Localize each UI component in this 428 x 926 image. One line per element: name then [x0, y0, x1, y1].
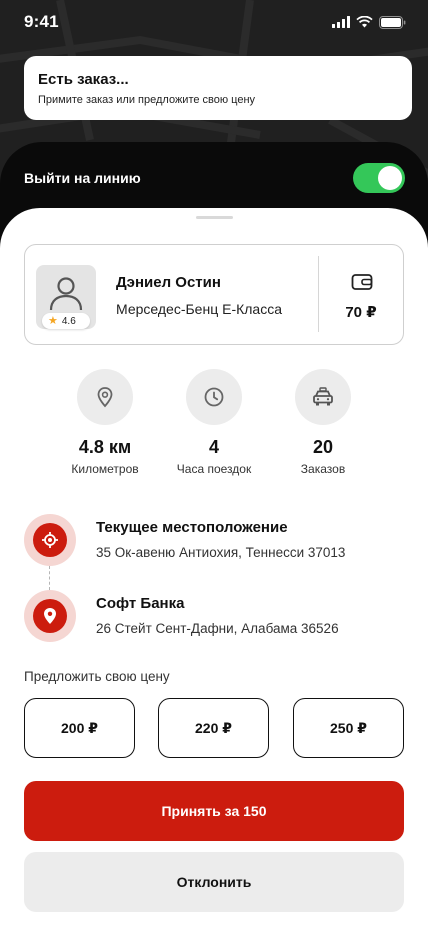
stat-distance-label: Километров	[71, 462, 139, 476]
offer-label: Предложить свою цену	[24, 669, 170, 684]
rating-value: 4.6	[61, 315, 76, 327]
decline-button[interactable]: Отклонить	[24, 852, 404, 912]
stat-distance-icon-circle	[77, 369, 133, 425]
order-banner-subtitle: Примите заказ или предложите свою цену	[38, 94, 256, 106]
status-icons	[332, 15, 406, 29]
from-title: Текущее местоположение	[96, 519, 288, 536]
destination-marker-inner	[33, 599, 67, 633]
card-divider	[318, 256, 319, 332]
from-address: 35 Ок-авеню Антиохия, Теннесси 37013	[96, 545, 346, 560]
route-dashes	[49, 566, 50, 590]
stat-time-label: Часа поездок	[176, 462, 252, 476]
order-banner-title: Есть заказ...	[38, 71, 129, 88]
rating-badge: ★ 4.6	[42, 313, 90, 329]
order-banner[interactable]: Есть заказ... Примите заказ или предложи…	[24, 56, 412, 120]
stat-distance-value: 4.8 км	[78, 437, 132, 457]
stat-orders-label: Заказов	[300, 462, 346, 476]
driver-balance: 70 ₽	[345, 304, 377, 321]
stat-time-icon-circle	[186, 369, 242, 425]
current-location-marker-inner	[33, 523, 67, 557]
online-label: Выйти на линию	[24, 170, 141, 186]
stat-time-value: 4	[208, 437, 219, 457]
status-bar: 9:41	[0, 0, 428, 44]
stat-orders-icon-circle	[295, 369, 351, 425]
wallet-icon	[351, 274, 373, 290]
signal-bars-icon	[332, 16, 350, 28]
location-pin-icon	[97, 387, 113, 408]
car-model: Мерседес-Бенц Е-Класса	[116, 301, 282, 317]
user-icon	[49, 277, 83, 311]
price-option-button[interactable]: 250 ₽	[293, 698, 404, 758]
accept-button[interactable]: Принять за 150	[24, 781, 404, 841]
destination-marker	[24, 590, 76, 642]
price-option-button[interactable]: 200 ₽	[24, 698, 135, 758]
price-option-button[interactable]: 220 ₽	[158, 698, 269, 758]
crosshair-icon	[42, 532, 58, 548]
online-toggle[interactable]	[353, 163, 405, 193]
map-pin-icon	[44, 608, 56, 624]
battery-icon	[379, 15, 406, 29]
taxi-icon	[313, 387, 333, 406]
wifi-icon	[356, 16, 373, 28]
star-icon: ★	[48, 314, 58, 327]
toggle-knob	[378, 166, 402, 190]
to-address: 26 Стейт Сент-Дафни, Алабама 36526	[96, 621, 339, 636]
to-title: Софт Банка	[96, 595, 185, 612]
current-location-marker	[24, 514, 76, 566]
clock-icon	[204, 387, 224, 407]
stat-orders-value: 20	[312, 437, 334, 457]
driver-name: Дэниел Остин	[116, 274, 221, 291]
status-time: 9:41	[24, 12, 59, 31]
sheet-handle[interactable]	[196, 216, 233, 219]
